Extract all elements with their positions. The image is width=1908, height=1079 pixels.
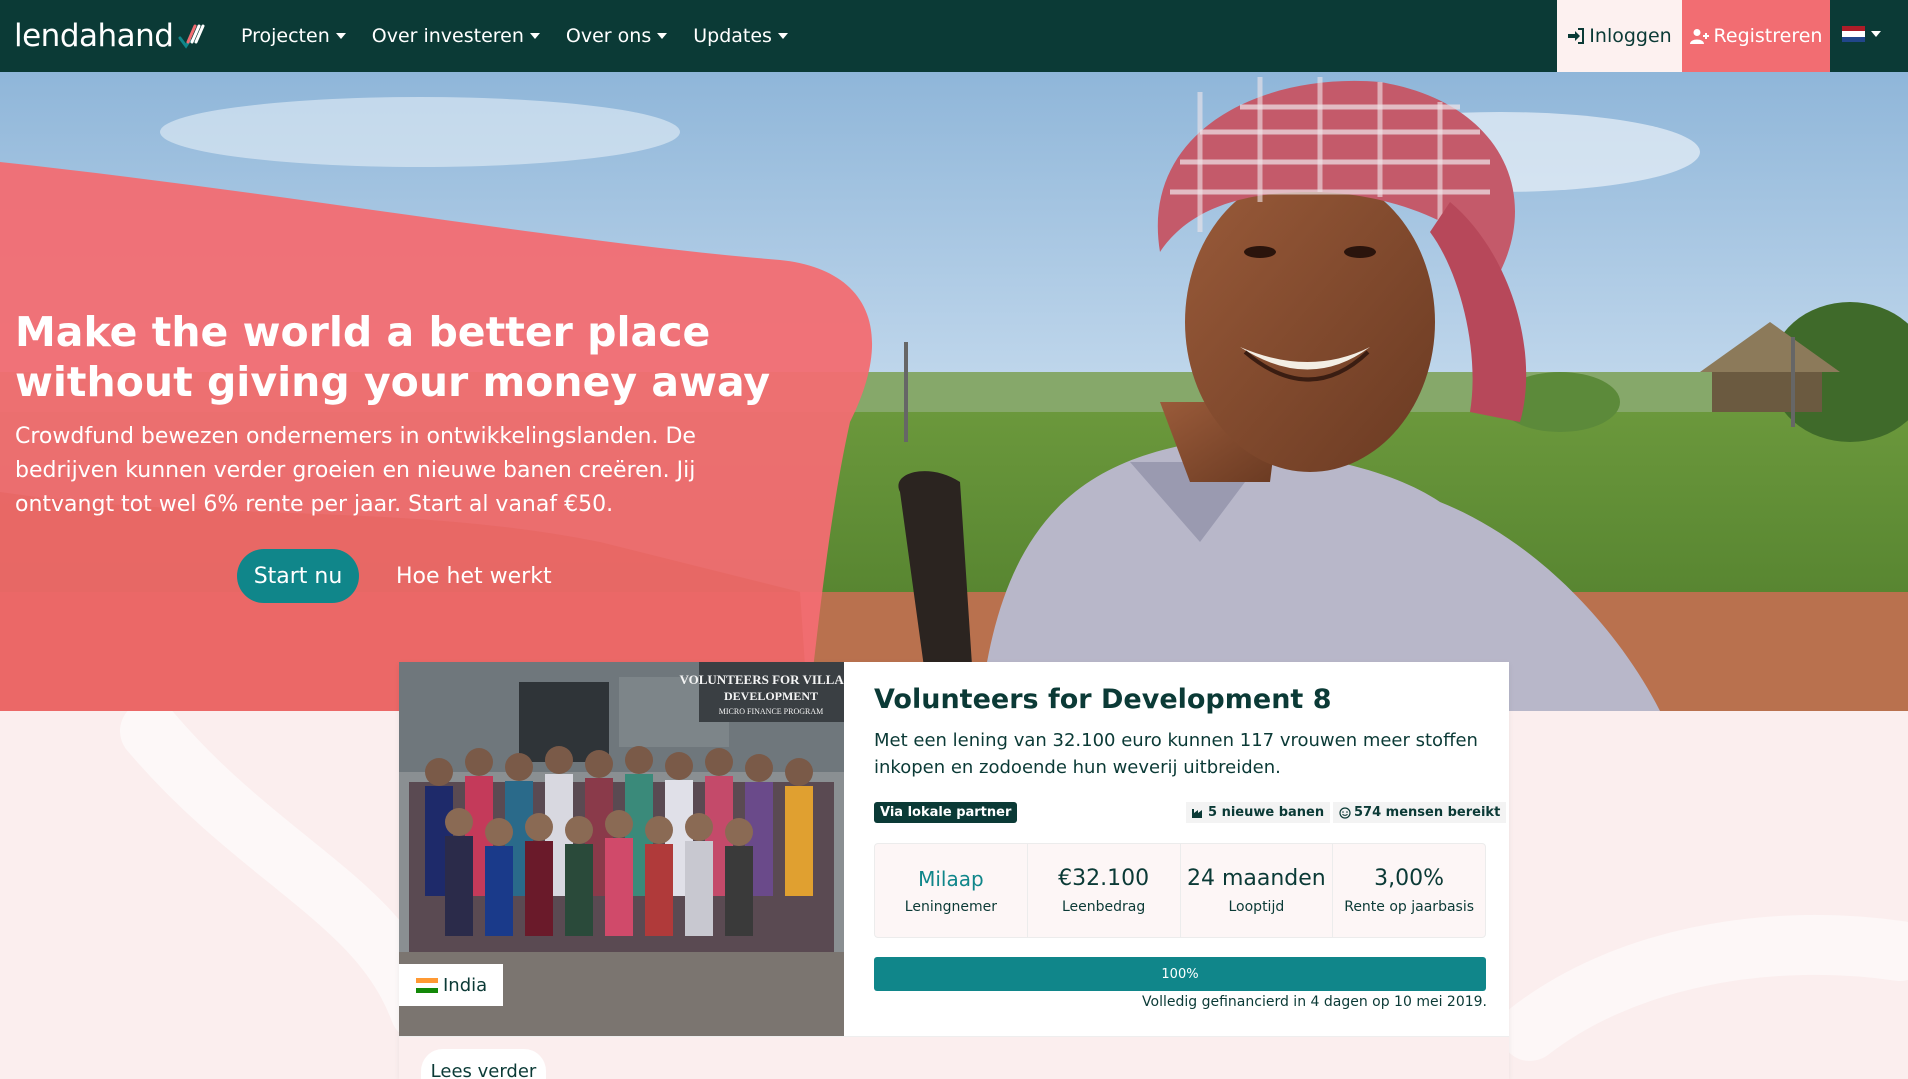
nav-projecten-label: Projecten — [241, 25, 330, 47]
nav-over-investeren[interactable]: Over investeren — [359, 25, 553, 47]
nav-over-ons[interactable]: Over ons — [553, 25, 680, 47]
netherlands-flag-icon — [1842, 26, 1865, 42]
nav-projecten[interactable]: Projecten — [228, 25, 359, 47]
read-more-button[interactable]: Lees verder — [421, 1049, 546, 1079]
nav-over-investeren-label: Over investeren — [371, 25, 524, 47]
partner-badge: Via lokale partner — [874, 802, 1018, 823]
card-footer: Lees verder — [399, 1037, 1509, 1079]
main-nav: Projecten Over investeren Over ons Updat… — [228, 0, 801, 72]
project-stats: Milaap Leningnemer €32.100 Leenbedrag 24… — [874, 843, 1486, 938]
hero-subtitle: Crowdfund bewezen ondernemers in ontwikk… — [15, 424, 696, 517]
nav-over-ons-label: Over ons — [565, 25, 652, 47]
login-button[interactable]: Inloggen — [1557, 0, 1682, 72]
chevron-down-icon — [657, 33, 668, 39]
jobs-badge: 5 nieuwe banen — [1186, 802, 1331, 823]
jobs-badge-label: 5 nieuwe banen — [1208, 805, 1325, 820]
hero-title: Make the world a better place without gi… — [15, 308, 771, 406]
stat-label: Rente op jaarbasis — [1344, 899, 1475, 915]
project-photo: VOLUNTEERS FOR VILLAGE DEVELOPMENT MICRO… — [399, 662, 844, 1036]
chevron-down-icon — [777, 33, 788, 39]
project-card: VOLUNTEERS FOR VILLAGE DEVELOPMENT MICRO… — [399, 662, 1509, 1079]
stat-term: 24 maanden Looptijd — [1181, 844, 1334, 937]
country-label: India — [443, 974, 488, 996]
progress-label: 100% — [1161, 966, 1199, 982]
reach-badge-label: 574 mensen bereikt — [1354, 805, 1501, 820]
project-title[interactable]: Volunteers for Development 8 — [874, 684, 1332, 715]
country-tag: India — [399, 964, 503, 1006]
register-button[interactable]: Registreren — [1682, 0, 1830, 72]
logo-check-icon — [178, 24, 205, 49]
industry-icon — [1192, 809, 1202, 818]
stat-label: Looptijd — [1228, 899, 1285, 915]
sign-line-1: VOLUNTEERS FOR VILLAGE — [680, 672, 844, 687]
nav-updates-label: Updates — [693, 25, 772, 47]
funding-progress-bar: 100% — [874, 957, 1486, 991]
user-plus-icon — [1689, 29, 1709, 44]
logo-wordmark: lendahand — [14, 18, 174, 54]
borrower-link[interactable]: Milaap — [918, 867, 984, 891]
stat-amount: €32.100 Leenbedrag — [1028, 844, 1181, 937]
stat-label: Leningnemer — [904, 898, 997, 915]
stat-label: Leenbedrag — [1061, 899, 1146, 915]
start-now-button[interactable]: Start nu — [237, 549, 359, 603]
top-navbar: lendahand Projecten Over investeren Over… — [0, 0, 1908, 72]
sign-in-icon — [1568, 28, 1585, 44]
stat-borrower: Milaap Leningnemer — [875, 844, 1028, 937]
sign-line-3: MICRO FINANCE PROGRAM — [719, 707, 823, 716]
lendahand-logo[interactable]: lendahand — [14, 18, 207, 54]
login-label: Inloggen — [1589, 25, 1672, 47]
chevron-down-icon — [335, 33, 346, 39]
nav-updates[interactable]: Updates — [680, 25, 801, 47]
chevron-down-icon — [1871, 31, 1881, 37]
language-selector[interactable] — [1842, 26, 1881, 42]
stat-value: €32.100 — [1058, 866, 1150, 891]
sign-line-2: DEVELOPMENT — [724, 689, 818, 703]
smile-icon — [1339, 806, 1351, 819]
stat-value: 3,00% — [1374, 866, 1445, 891]
chevron-down-icon — [529, 33, 540, 39]
stat-value: 24 maanden — [1186, 866, 1326, 891]
stat-interest: 3,00% Rente op jaarbasis — [1333, 844, 1485, 937]
hero-section: Make the world a better place without gi… — [0, 72, 1908, 711]
how-it-works-link[interactable]: Hoe het werkt — [396, 549, 552, 603]
register-label: Registreren — [1713, 25, 1823, 47]
project-description: Met een lening van 32.100 euro kunnen 11… — [874, 730, 1478, 778]
india-flag-icon — [416, 977, 438, 993]
funded-status: Volledig gefinancierd in 4 dagen op 10 m… — [1142, 994, 1487, 1010]
reach-badge: 574 mensen bereikt — [1333, 802, 1507, 823]
